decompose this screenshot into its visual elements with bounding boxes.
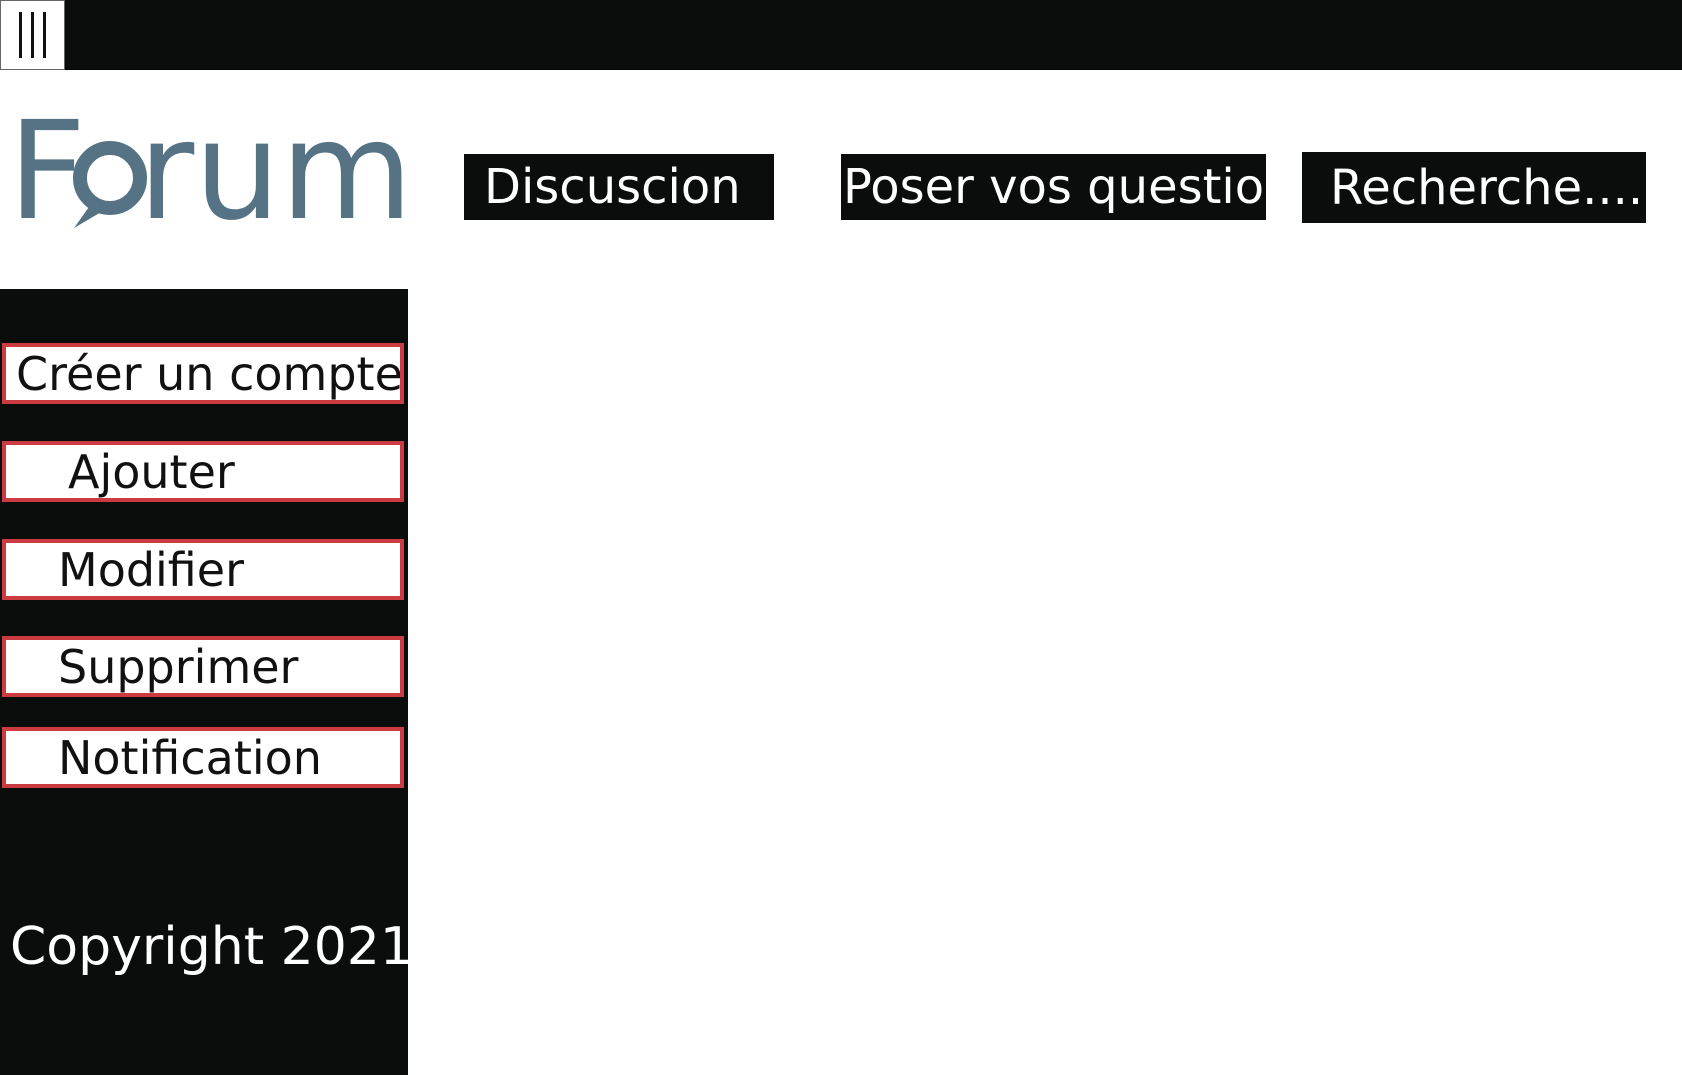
sidebar-item-label: Créer un compte [16, 346, 403, 401]
menu-icon-bar [43, 12, 46, 58]
logo-text: Frum [8, 100, 408, 250]
search-button[interactable]: Recherche....... [1302, 152, 1646, 223]
nav-discussion-button[interactable]: Discuscion [464, 154, 774, 220]
nav-ask-question-button[interactable]: Poser vos question [841, 154, 1266, 220]
speech-bubble-icon [73, 141, 147, 215]
menu-button[interactable] [0, 0, 65, 70]
forum-logo[interactable]: Frum [8, 100, 408, 250]
sidebar-item-delete[interactable]: Supprimer [2, 636, 404, 697]
copyright-text: Copyright 2021 [10, 917, 413, 977]
sidebar-item-label: Notification [58, 730, 322, 785]
top-bar [0, 0, 1682, 70]
sidebar-item-label: Supprimer [58, 639, 299, 694]
sidebar-item-notification[interactable]: Notification [2, 727, 404, 788]
sidebar-item-edit[interactable]: Modifier [2, 539, 404, 600]
menu-icon-bar [31, 12, 34, 58]
sidebar-item-add[interactable]: Ajouter [2, 441, 404, 502]
logo-letter-f: F [8, 100, 79, 250]
logo-letters-rum: rum [138, 100, 408, 250]
menu-icon-bar [19, 12, 22, 58]
sidebar: Créer un compte Ajouter Modifier Supprim… [0, 289, 413, 1075]
sidebar-item-label: Ajouter [68, 444, 235, 499]
sidebar-item-label: Modifier [58, 542, 244, 597]
sidebar-item-create-account[interactable]: Créer un compte [2, 343, 404, 404]
